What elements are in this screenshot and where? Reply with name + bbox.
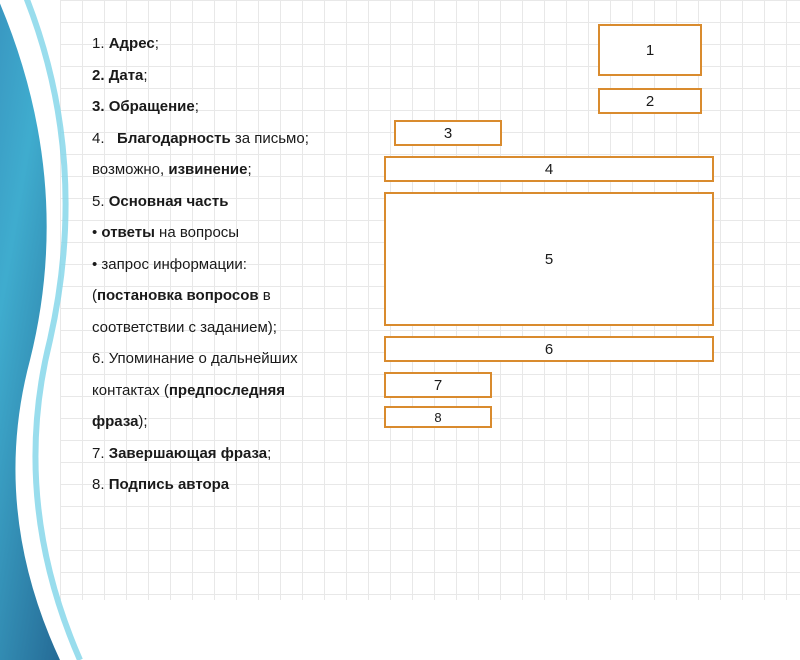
diagram-box-8: 8 (384, 406, 492, 428)
diagram-box-1: 1 (598, 24, 702, 76)
item-5-bullet2: • запрос информации: (92, 249, 392, 281)
letter-structure-list: 1. Адрес; 2. Дата; 3. Обращение; 4. Благ… (92, 28, 392, 501)
item-2: 2. Дата; (92, 60, 392, 92)
item-8: 8. Подпись автора (92, 469, 392, 501)
item-4: 4. Благодарность за письмо; (92, 123, 392, 155)
item-5: 5. Основная часть (92, 186, 392, 218)
diagram-box-2: 2 (598, 88, 702, 114)
item-5-paren2: соответствии с заданием); (92, 312, 392, 344)
item-5-bullet1: • ответы на вопросы (92, 217, 392, 249)
diagram-box-4: 4 (384, 156, 714, 182)
item-6-line3: фраза); (92, 406, 392, 438)
item-5-paren1: (постановка вопросов в (92, 280, 392, 312)
diagram-box-7: 7 (384, 372, 492, 398)
item-6: 6. Упоминание о дальнейших (92, 343, 392, 375)
item-7: 7. Завершающая фраза; (92, 438, 392, 470)
item-3: 3. Обращение; (92, 91, 392, 123)
item-6-line2: контактах (предпоследняя (92, 375, 392, 407)
diagram-box-6: 6 (384, 336, 714, 362)
diagram-box-3: 3 (394, 120, 502, 146)
item-4-line2: возможно, извинение; (92, 154, 392, 186)
diagram-box-5: 5 (384, 192, 714, 326)
item-1: 1. Адрес; (92, 28, 392, 60)
